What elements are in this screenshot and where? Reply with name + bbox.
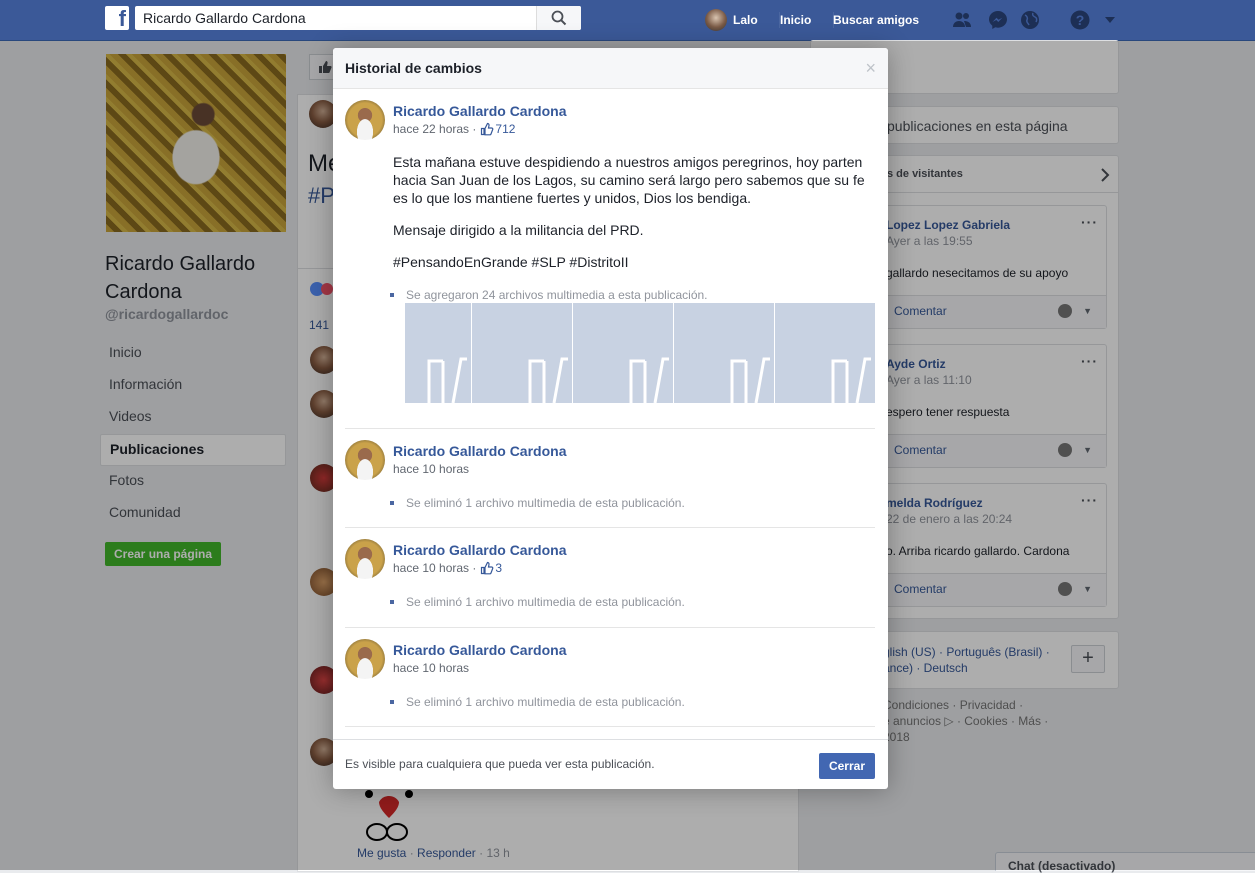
change-description-text: Se eliminó 1 archivo multimedia de esta …: [406, 496, 685, 510]
entry-author[interactable]: Ricardo Gallardo Cardona: [393, 443, 566, 459]
history-entry: Ricardo Gallardo Cardona hace 10 horas S…: [345, 628, 875, 727]
find-friends-link-label: Buscar amigos: [833, 13, 920, 27]
image-placeholder-icon: [730, 357, 770, 403]
search-input-value: Ricardo Gallardo Cardona: [143, 10, 306, 26]
post-hashtags[interactable]: #PensandoEnGrande #SLP #DistritoII: [393, 253, 873, 271]
find-friends-link[interactable]: Buscar amigos: [833, 0, 919, 40]
close-icon[interactable]: ×: [865, 58, 876, 79]
image-placeholder-icon: [427, 357, 467, 403]
media-thumbnail[interactable]: [775, 303, 875, 403]
thumbs-up-icon: [481, 122, 494, 136]
bullet-icon: [390, 501, 394, 505]
entry-author[interactable]: Ricardo Gallardo Cardona: [393, 103, 566, 119]
account-menu-caret-icon[interactable]: [1104, 14, 1116, 26]
post-paragraph: Esta mañana estuve despidiendo a nuestro…: [393, 154, 865, 206]
image-placeholder-icon: [528, 357, 568, 403]
help-icon[interactable]: ?: [1070, 10, 1090, 30]
dialog-title: Historial de cambios: [345, 60, 482, 76]
svg-text:?: ?: [1076, 12, 1085, 28]
messenger-icon[interactable]: [988, 10, 1008, 30]
like-count[interactable]: 3: [495, 561, 502, 575]
media-thumbnail[interactable]: [674, 303, 775, 403]
notifications-globe-icon[interactable]: [1020, 10, 1040, 30]
profile-link-label: Lalo: [733, 13, 758, 27]
entry-author[interactable]: Ricardo Gallardo Cardona: [393, 642, 566, 658]
home-link-label: Inicio: [780, 13, 812, 27]
avatar[interactable]: [345, 100, 385, 140]
bullet-icon: [390, 293, 394, 297]
change-description-text: Se eliminó 1 archivo multimedia de esta …: [406, 695, 685, 709]
avatar[interactable]: [345, 440, 385, 480]
image-placeholder-icon: [629, 357, 669, 403]
avatar[interactable]: [345, 639, 385, 679]
change-description: Se eliminó 1 archivo multimedia de esta …: [390, 496, 685, 510]
visibility-note: Es visible para cualquiera que pueda ver…: [345, 757, 655, 771]
search-button[interactable]: [536, 6, 581, 30]
media-thumbnail-strip: [405, 303, 875, 403]
home-link[interactable]: Inicio: [780, 0, 811, 40]
edit-history-dialog: Historial de cambios × Ricardo Gallardo …: [333, 48, 888, 789]
history-entry: Ricardo Gallardo Cardona hace 10 horas S…: [345, 429, 875, 528]
friend-requests-icon[interactable]: [952, 10, 972, 30]
bullet-icon: [390, 600, 394, 604]
history-entry: Ricardo Gallardo Cardona hace 22 horas ·…: [345, 89, 875, 429]
entry-time[interactable]: hace 10 horas: [393, 462, 469, 476]
media-thumbnail[interactable]: [573, 303, 674, 403]
change-description-text: Se agregaron 24 archivos multimedia a es…: [406, 288, 708, 302]
image-placeholder-icon: [831, 357, 871, 403]
dialog-footer: Es visible para cualquiera que pueda ver…: [333, 739, 888, 789]
entry-meta: hace 10 horas: [393, 661, 469, 675]
change-description: Se agregaron 24 archivos multimedia a es…: [390, 288, 708, 302]
entry-author[interactable]: Ricardo Gallardo Cardona: [393, 542, 566, 558]
avatar: [705, 9, 727, 31]
entry-time[interactable]: hace 10 horas ·: [393, 561, 476, 575]
close-button[interactable]: Cerrar: [818, 753, 875, 779]
search-icon: [551, 10, 567, 26]
like-count[interactable]: 712: [495, 122, 515, 136]
change-description: Se eliminó 1 archivo multimedia de esta …: [390, 595, 685, 609]
thumbs-up-icon: [481, 561, 494, 575]
profile-link[interactable]: Lalo: [705, 0, 758, 40]
bullet-icon: [390, 700, 394, 704]
entry-meta: hace 10 horas: [393, 462, 469, 476]
change-description-text: Se eliminó 1 archivo multimedia de esta …: [406, 595, 685, 609]
entry-time[interactable]: hace 10 horas: [393, 661, 469, 675]
entry-time[interactable]: hace 22 horas ·: [393, 122, 476, 136]
history-entry: Ricardo Gallardo Cardona hace 10 horas ·…: [345, 528, 875, 628]
facebook-logo-icon[interactable]: f: [105, 6, 129, 31]
media-thumbnail[interactable]: [472, 303, 573, 403]
entry-meta: hace 22 horas · 712: [393, 122, 515, 136]
edit-history-list[interactable]: Ricardo Gallardo Cardona hace 22 horas ·…: [333, 89, 888, 739]
dialog-header: Historial de cambios ×: [333, 48, 888, 89]
avatar[interactable]: [345, 539, 385, 579]
search-input[interactable]: Ricardo Gallardo Cardona: [135, 6, 581, 30]
media-thumbnail[interactable]: [405, 303, 472, 403]
post-paragraph: Mensaje dirigido a la militancia del PRD…: [393, 222, 644, 238]
change-description: Se eliminó 1 archivo multimedia de esta …: [390, 695, 685, 709]
top-bar: f Ricardo Gallardo Cardona Lalo Inicio B…: [0, 0, 1255, 41]
entry-meta: hace 10 horas · 3: [393, 561, 502, 575]
